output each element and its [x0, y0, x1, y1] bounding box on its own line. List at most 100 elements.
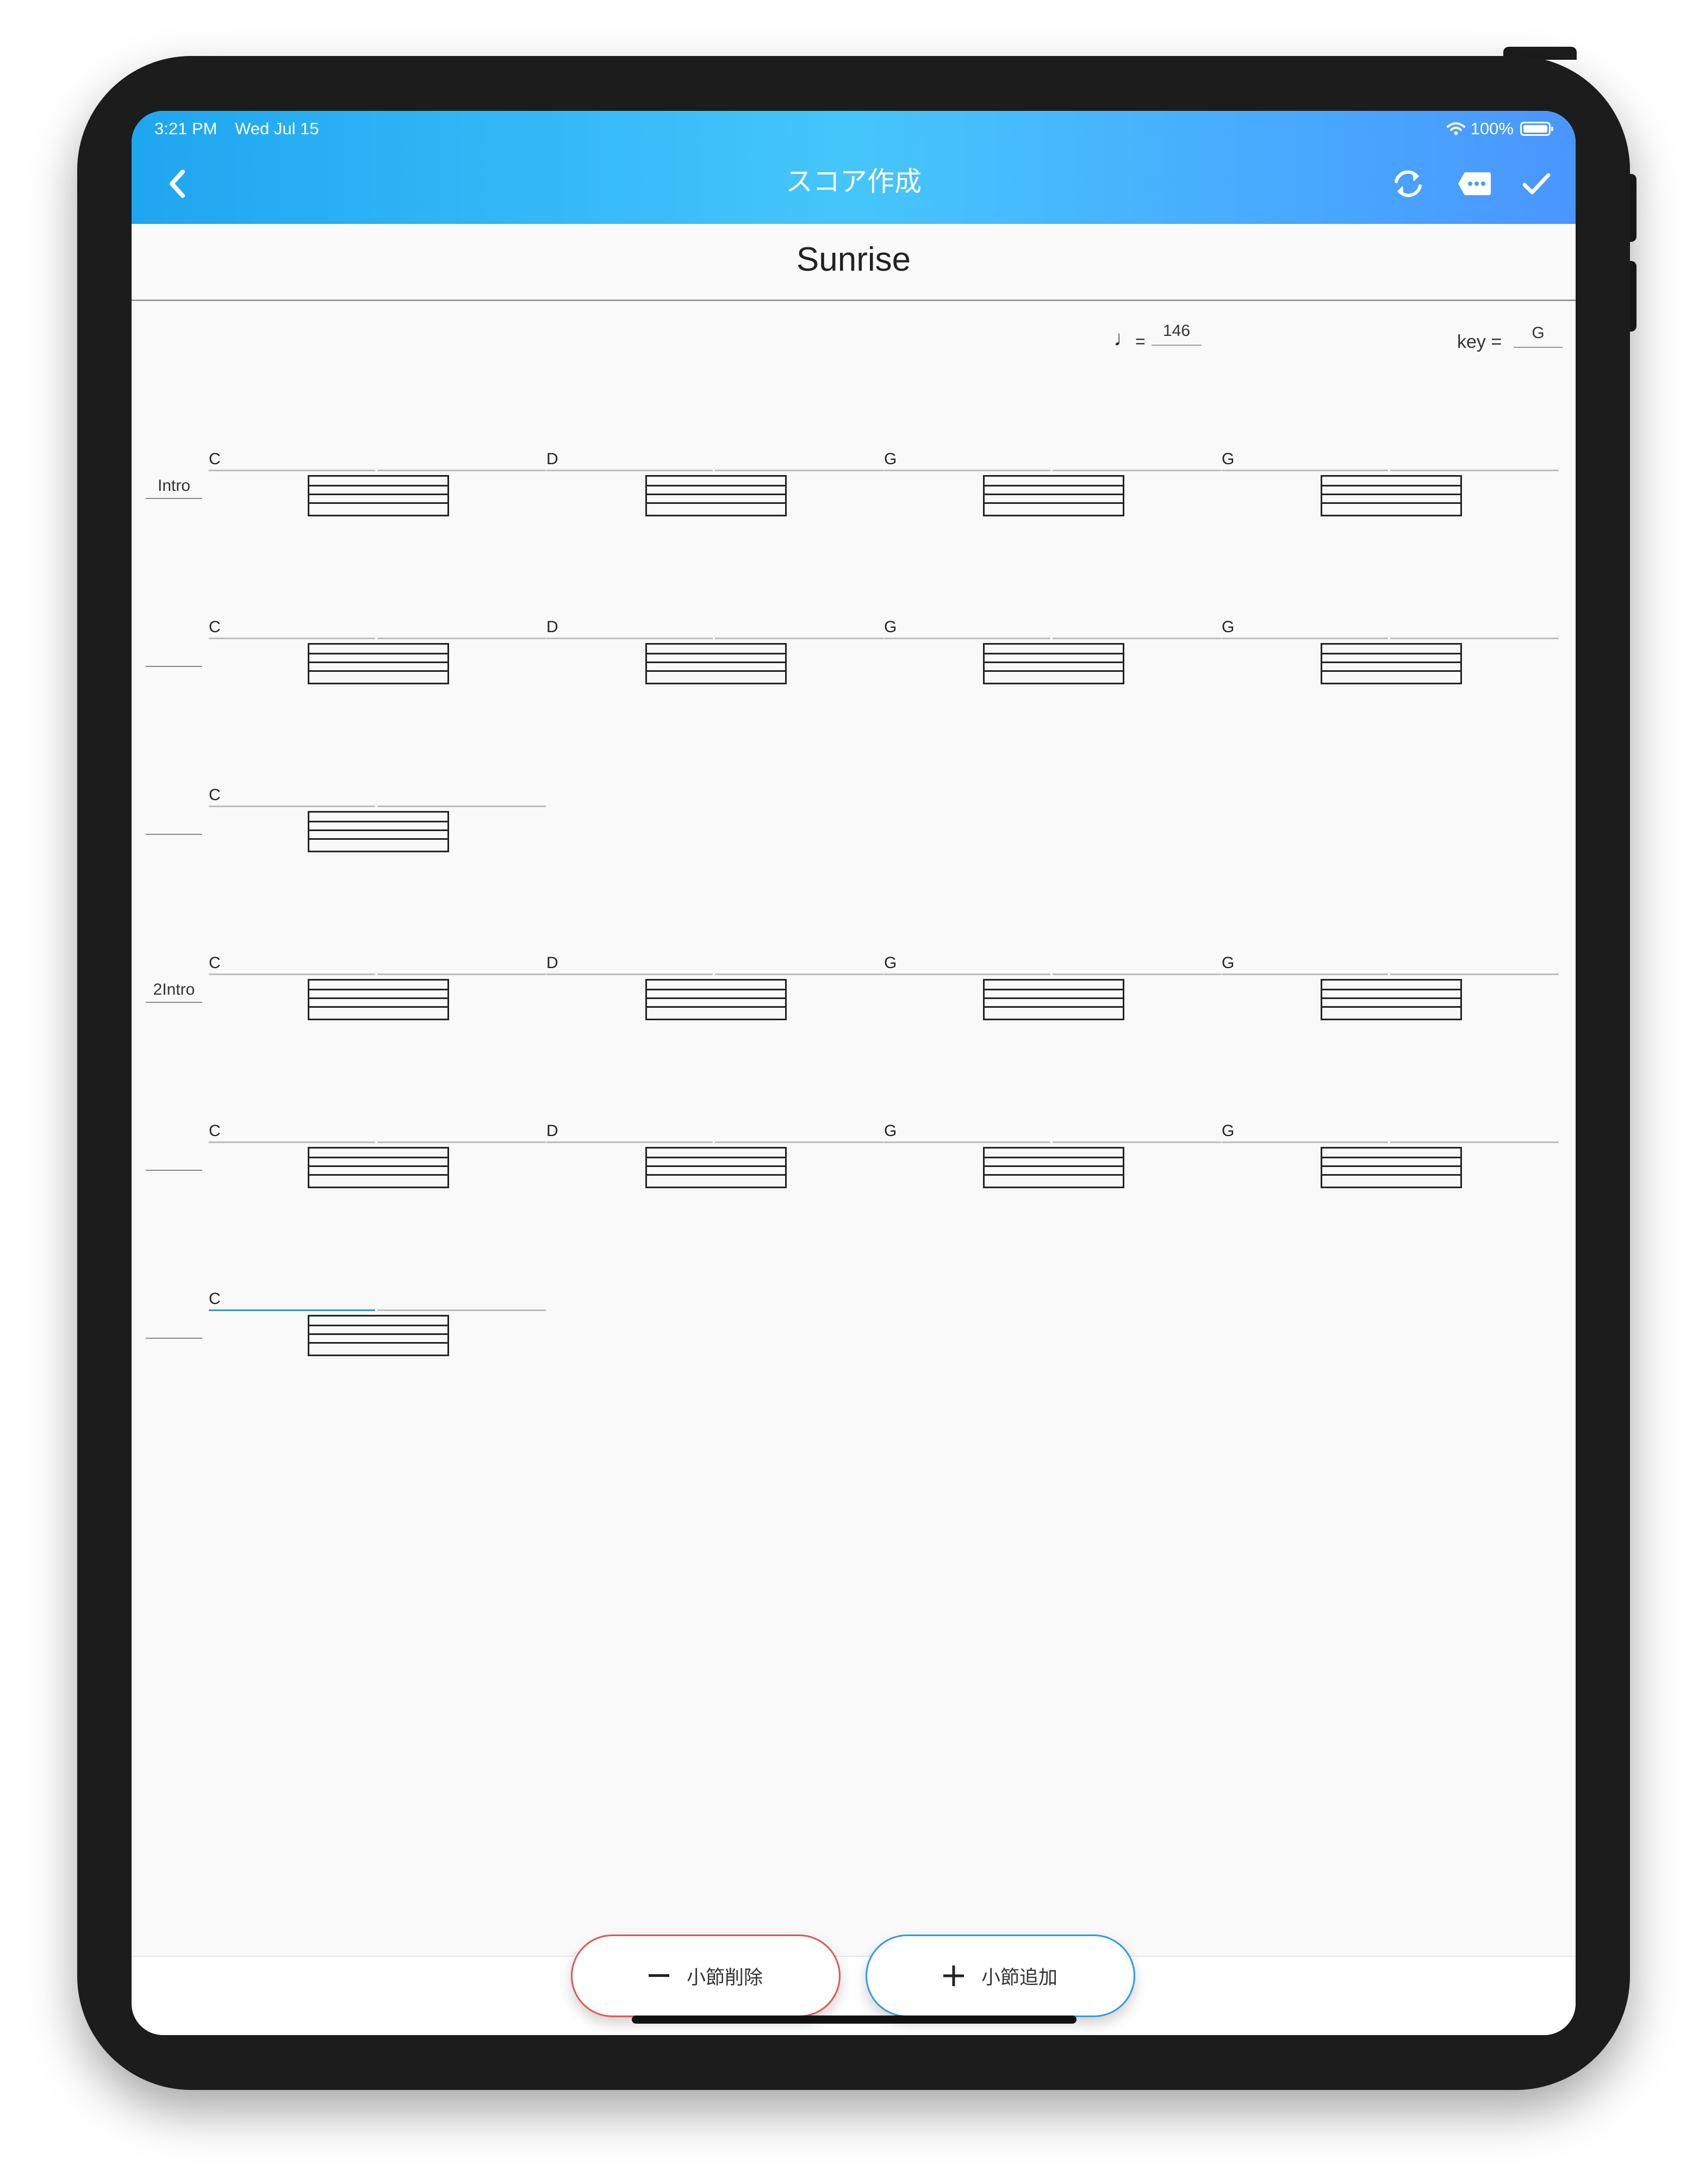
measure[interactable]: C: [209, 954, 546, 1020]
staff-lines: [308, 979, 449, 1020]
chord-label[interactable]: C: [209, 954, 221, 972]
measure[interactable]: D: [546, 450, 883, 516]
staff-lines: [983, 1147, 1124, 1188]
score-title-bar: Sunrise: [132, 224, 1576, 301]
section-label[interactable]: 2Intro: [146, 979, 202, 1003]
chord-label[interactable]: D: [546, 954, 558, 972]
chord-input-line[interactable]: [1053, 470, 1221, 471]
status-time: 3:21 PM: [154, 119, 217, 138]
measure[interactable]: C: [209, 1290, 546, 1356]
chord-input-line[interactable]: [546, 638, 713, 639]
chord-label[interactable]: C: [209, 1122, 221, 1140]
staff-lines: [1321, 1147, 1462, 1188]
score-title[interactable]: Sunrise: [132, 240, 1576, 279]
section-label[interactable]: [146, 811, 202, 835]
chord-label[interactable]: G: [884, 954, 897, 972]
section-label[interactable]: [146, 1315, 202, 1339]
chord-label[interactable]: C: [209, 618, 221, 637]
chord-label[interactable]: D: [546, 450, 558, 469]
measure[interactable]: G: [884, 618, 1221, 684]
chord-input-line[interactable]: [715, 470, 883, 471]
chord-label[interactable]: C: [209, 450, 221, 469]
chord-label[interactable]: G: [1222, 450, 1234, 469]
chord-input-line[interactable]: [1053, 1141, 1221, 1143]
home-indicator[interactable]: [632, 2015, 1076, 2024]
chord-input-line[interactable]: [884, 974, 1050, 975]
measure[interactable]: G: [884, 1122, 1221, 1188]
chord-input-line[interactable]: [546, 1141, 713, 1143]
chord-input-line[interactable]: [1053, 638, 1221, 639]
sync-icon[interactable]: [1389, 164, 1428, 203]
tempo-input[interactable]: 146: [1152, 322, 1202, 346]
chord-input-line[interactable]: [1222, 974, 1388, 975]
chord-input-line[interactable]: [715, 638, 883, 639]
measure[interactable]: D: [546, 1122, 883, 1188]
chord-label[interactable]: G: [884, 450, 897, 469]
chord-input-line[interactable]: [1222, 638, 1388, 639]
section-label[interactable]: Intro: [146, 475, 202, 499]
measure[interactable]: G: [884, 450, 1221, 516]
chord-input-line[interactable]: [209, 974, 375, 975]
chord-input-line[interactable]: [1222, 1141, 1388, 1143]
measure[interactable]: C: [209, 786, 546, 852]
chord-label[interactable]: G: [1222, 954, 1234, 972]
chord-input-line[interactable]: [884, 1141, 1050, 1143]
measure[interactable]: G: [1222, 450, 1559, 516]
section-label[interactable]: [146, 1147, 202, 1171]
measure[interactable]: C: [209, 1122, 546, 1188]
chord-input-line[interactable]: [1053, 974, 1221, 975]
chord-input-line[interactable]: [377, 638, 546, 639]
chord-input-line[interactable]: [377, 470, 546, 471]
measure[interactable]: D: [546, 618, 883, 684]
chord-input-line[interactable]: [884, 638, 1050, 639]
chord-input-line[interactable]: [209, 1141, 375, 1143]
chord-input-line[interactable]: [715, 1141, 883, 1143]
chord-input-line[interactable]: [546, 470, 713, 471]
chord-input-line[interactable]: [209, 806, 375, 807]
chord-input-line[interactable]: [377, 1309, 546, 1311]
more-icon[interactable]: [1452, 164, 1497, 203]
chord-input-line[interactable]: [1390, 1141, 1559, 1143]
check-icon[interactable]: [1517, 164, 1556, 203]
staff-lines: [1321, 475, 1462, 516]
chord-input-line[interactable]: [715, 974, 883, 975]
chord-input-line[interactable]: [1390, 974, 1559, 975]
chord-label[interactable]: D: [546, 618, 558, 637]
chord-input-line[interactable]: [209, 470, 375, 471]
key-input[interactable]: G: [1514, 324, 1563, 348]
chord-input-line[interactable]: [1390, 470, 1559, 471]
staff-lines: [645, 643, 787, 684]
measure[interactable]: G: [1222, 1122, 1559, 1188]
chord-input-line[interactable]: [884, 470, 1050, 471]
chord-input-line[interactable]: [209, 638, 375, 639]
chord-input-line[interactable]: [377, 974, 546, 975]
measure[interactable]: C: [209, 618, 546, 684]
chord-label[interactable]: D: [546, 1122, 558, 1140]
chord-label[interactable]: G: [1222, 618, 1234, 637]
chord-label[interactable]: G: [1222, 1122, 1234, 1140]
chord-label[interactable]: G: [884, 618, 897, 637]
app-bar: 3:21 PM Wed Jul 15 100% スコア作成: [132, 111, 1576, 224]
measure[interactable]: D: [546, 954, 883, 1020]
staff-lines: [983, 643, 1124, 684]
chord-label[interactable]: C: [209, 1290, 221, 1308]
chord-input-line[interactable]: [1222, 470, 1388, 471]
chord-input-line[interactable]: [377, 1141, 546, 1143]
add-measure-label: 小節追加: [981, 1967, 1057, 1988]
chord-input-line[interactable]: [209, 1309, 375, 1311]
chord-label[interactable]: G: [884, 1122, 897, 1140]
add-measure-button[interactable]: 小節追加: [866, 1935, 1135, 2017]
measure[interactable]: G: [1222, 954, 1559, 1020]
chord-input-line[interactable]: [377, 806, 546, 807]
quarter-note-icon: ♩: [1113, 327, 1135, 351]
section-label[interactable]: [146, 643, 202, 667]
measure[interactable]: G: [1222, 618, 1559, 684]
chord-input-line[interactable]: [1390, 638, 1559, 639]
chord-label[interactable]: C: [209, 786, 221, 804]
measure[interactable]: G: [884, 954, 1221, 1020]
chord-input-line[interactable]: [546, 974, 713, 975]
measure[interactable]: C: [209, 450, 546, 516]
staff-lines: [308, 1315, 449, 1356]
plus-icon: [943, 1965, 964, 1986]
remove-measure-button[interactable]: 小節削除: [571, 1935, 841, 2017]
